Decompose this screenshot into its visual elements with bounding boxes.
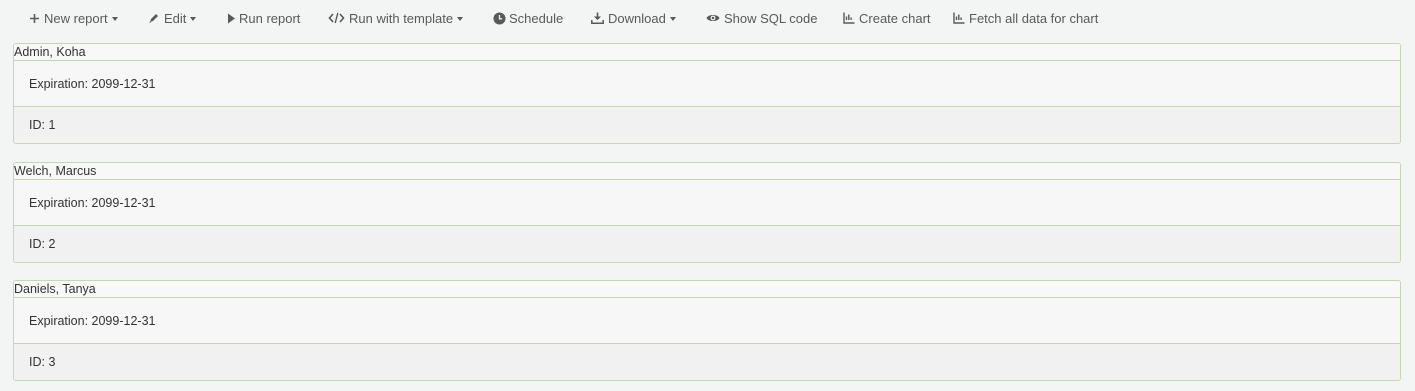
edit-button[interactable]: Edit <box>148 6 197 30</box>
create-chart-label: Create chart <box>859 10 931 26</box>
pencil-icon <box>148 12 160 24</box>
patron-name: Daniels, Tanya <box>14 281 1400 298</box>
chevron-down-icon <box>190 16 197 21</box>
run-with-template-button[interactable]: Run with template <box>328 6 464 30</box>
fetch-all-data-button[interactable]: Fetch all data for chart <box>953 6 1098 30</box>
patron-id: ID: 1 <box>14 107 1400 143</box>
fetch-all-data-label: Fetch all data for chart <box>969 10 1099 26</box>
play-icon <box>227 13 236 24</box>
download-button[interactable]: Download <box>591 6 676 30</box>
show-sql-label: Show SQL code <box>724 10 818 26</box>
chevron-down-icon <box>111 16 118 21</box>
patron-id: ID: 3 <box>14 344 1400 380</box>
schedule-label: Schedule <box>509 10 564 26</box>
show-sql-button[interactable]: Show SQL code <box>706 6 817 30</box>
chart-icon <box>953 12 965 24</box>
code-icon <box>328 12 345 24</box>
patron-id: ID: 2 <box>14 226 1400 262</box>
schedule-button[interactable]: Schedule <box>493 6 563 30</box>
create-chart-button[interactable]: Create chart <box>843 6 931 30</box>
run-report-button[interactable]: Run report <box>227 6 300 30</box>
patron-name: Admin, Koha <box>14 44 1400 61</box>
download-label: Download <box>608 10 666 26</box>
patron-expiration: Expiration: 2099-12-31 <box>14 61 1400 107</box>
download-icon <box>591 12 604 24</box>
new-report-label: New report <box>44 10 108 26</box>
patron-expiration: Expiration: 2099-12-31 <box>14 298 1400 344</box>
eye-icon <box>706 13 720 23</box>
chevron-down-icon <box>669 16 676 21</box>
run-report-label: Run report <box>239 10 301 26</box>
chevron-down-icon <box>457 16 464 21</box>
edit-label: Edit <box>164 10 187 26</box>
patron-expiration: Expiration: 2099-12-31 <box>14 180 1400 226</box>
report-toolbar: New report Edit Run report Run with temp… <box>0 0 1415 34</box>
patron-card: Daniels, Tanya Expiration: 2099-12-31 ID… <box>13 280 1401 381</box>
patron-card: Admin, Koha Expiration: 2099-12-31 ID: 1 <box>13 43 1401 144</box>
new-report-button[interactable]: New report <box>29 6 118 30</box>
clock-icon <box>493 12 506 25</box>
chart-icon <box>843 12 855 24</box>
plus-icon <box>29 13 40 24</box>
run-with-template-label: Run with template <box>349 10 454 26</box>
patron-card: Welch, Marcus Expiration: 2099-12-31 ID:… <box>13 162 1401 263</box>
patron-name: Welch, Marcus <box>14 163 1400 180</box>
